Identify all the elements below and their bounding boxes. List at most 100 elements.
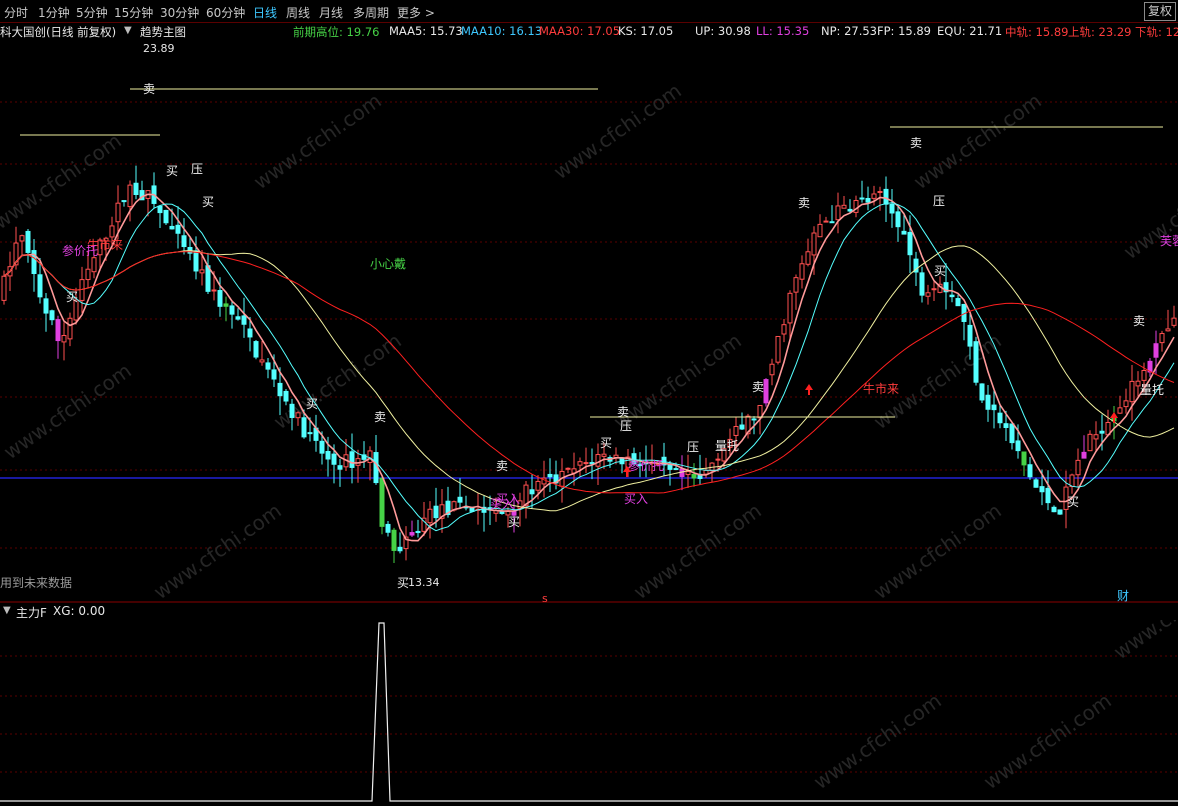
candle-body	[241, 315, 247, 325]
candle-body	[739, 424, 745, 430]
candle-body	[217, 290, 223, 307]
tab-5min[interactable]: 5分钟	[76, 4, 108, 21]
candle-body	[1021, 451, 1027, 466]
candle-body	[235, 316, 241, 320]
watermark-text: www.cfchi.com	[1109, 620, 1178, 664]
candle-body	[1123, 400, 1129, 408]
candle-body	[19, 235, 25, 242]
tab-1min[interactable]: 1分钟	[38, 4, 70, 21]
candle-body	[907, 231, 913, 256]
tab-monthly[interactable]: 月线	[319, 4, 343, 21]
signal-label: 买	[166, 164, 178, 178]
signal-label: 买入	[624, 492, 648, 506]
sub-indicator-title[interactable]: 主力F	[16, 604, 47, 621]
ma5-line	[3, 193, 1175, 542]
candle-body	[271, 369, 277, 380]
candle-body	[955, 298, 961, 307]
legend-item: UP: 30.98	[695, 24, 751, 38]
signal-label: 卖	[374, 410, 386, 424]
candle-body	[793, 277, 799, 293]
sub-indicator-chart[interactable]: www.cfchi.com www.cfchi.com www.cfchi.com	[0, 620, 1178, 806]
candle-body	[469, 507, 475, 512]
signal-label: 压	[687, 440, 699, 454]
candle-body	[49, 310, 55, 321]
signal-label: 卖	[1133, 314, 1145, 328]
restore-rights-button[interactable]: 复权	[1143, 2, 1176, 21]
up-arrow-icon	[805, 384, 813, 395]
candle-body	[223, 303, 229, 307]
candle-body	[55, 319, 61, 342]
candle-body	[259, 359, 265, 363]
candle-body	[775, 335, 781, 363]
signal-label: 卖	[752, 380, 764, 394]
main-kline-chart[interactable]: www.cfchi.com www.cfchi.com www.cfchi.com w…	[0, 40, 1178, 603]
signal-label: 量托	[715, 439, 739, 453]
candle-body	[1069, 474, 1075, 488]
candle-body	[1075, 459, 1081, 476]
watermark-text: www.cfchi.com	[249, 88, 386, 194]
tab-weekly[interactable]: 周线	[286, 4, 310, 21]
future-data-warning: 用到未来数据	[0, 575, 72, 590]
signal-label: 量托	[1140, 383, 1164, 397]
candle-body	[901, 230, 907, 235]
signal-label: 买	[934, 264, 946, 278]
candle-body	[685, 471, 691, 475]
candle-body	[1171, 317, 1177, 326]
indicator-name[interactable]: 趋势主图	[140, 24, 186, 40]
watermark-text: www.cfchi.com	[1119, 158, 1178, 264]
tab-30min[interactable]: 30分钟	[160, 4, 199, 21]
tab-daily[interactable]: 日线	[253, 4, 277, 21]
candle-body	[133, 182, 139, 195]
candle-body	[385, 523, 391, 533]
legend-item: MAA5: 15.73	[389, 24, 463, 38]
candle-body	[889, 203, 895, 214]
tab-multi-period[interactable]: 多周期	[353, 4, 389, 21]
legend-item: 前期高位: 19.76	[293, 25, 380, 39]
candle-body	[229, 305, 235, 315]
candle-body	[121, 200, 127, 203]
candle-body	[253, 341, 259, 358]
candle-body	[295, 412, 301, 419]
watermark-text: www.cfchi.com	[979, 688, 1116, 794]
candle-body	[211, 289, 217, 292]
indicator-dropdown-icon[interactable]: ▼	[124, 25, 132, 36]
candle-body	[193, 250, 199, 272]
candle-body	[925, 292, 931, 297]
candle-body	[1, 275, 7, 301]
candle-body	[163, 209, 169, 224]
tab-more[interactable]: 更多 >	[397, 4, 435, 21]
sub-indicator-dropdown-icon[interactable]: ▼	[3, 605, 11, 616]
candle-body	[859, 197, 865, 200]
candle-body	[871, 193, 877, 199]
candle-body	[583, 462, 589, 465]
high-price-label: 23.89	[143, 42, 175, 55]
candle-body	[991, 404, 997, 411]
candle-body	[1087, 433, 1093, 452]
watermark-text: www.cfchi.com	[149, 498, 286, 603]
signal-label: 压	[191, 162, 203, 176]
candle-body	[847, 208, 853, 212]
legend-item: 中轨: 15.89	[1005, 25, 1069, 39]
candle-body	[535, 480, 541, 491]
candle-body	[1153, 343, 1159, 358]
signal-label: 买	[306, 397, 318, 411]
candle-body	[265, 362, 271, 370]
chart-notes: 23.89 13.34 用到未来数据 小心戴 s 财	[0, 42, 1129, 603]
watermark-text: www.cfchi.com	[909, 88, 1046, 194]
candle-body	[115, 202, 121, 223]
tab-fenshi[interactable]: 分时	[4, 4, 28, 21]
candle-body	[109, 225, 115, 238]
tab-60min[interactable]: 60分钟	[206, 4, 245, 21]
period-toolbar: 分时 1分钟 5分钟 15分钟 30分钟 60分钟 日线 周线 月线 多周期 更…	[0, 0, 1178, 23]
ma30-line	[3, 245, 1175, 512]
tab-15min[interactable]: 15分钟	[114, 4, 153, 21]
candle-body	[397, 546, 403, 552]
candle-body	[877, 191, 883, 194]
candle-body	[763, 379, 769, 404]
legend-item: EQU: 21.71	[937, 24, 1003, 38]
candle-body	[835, 205, 841, 221]
watermark-text: www.cfchi.com	[809, 688, 946, 794]
candle-body	[1027, 464, 1033, 478]
candle-body	[865, 197, 871, 203]
marker-cai[interactable]: 财	[1117, 589, 1129, 603]
